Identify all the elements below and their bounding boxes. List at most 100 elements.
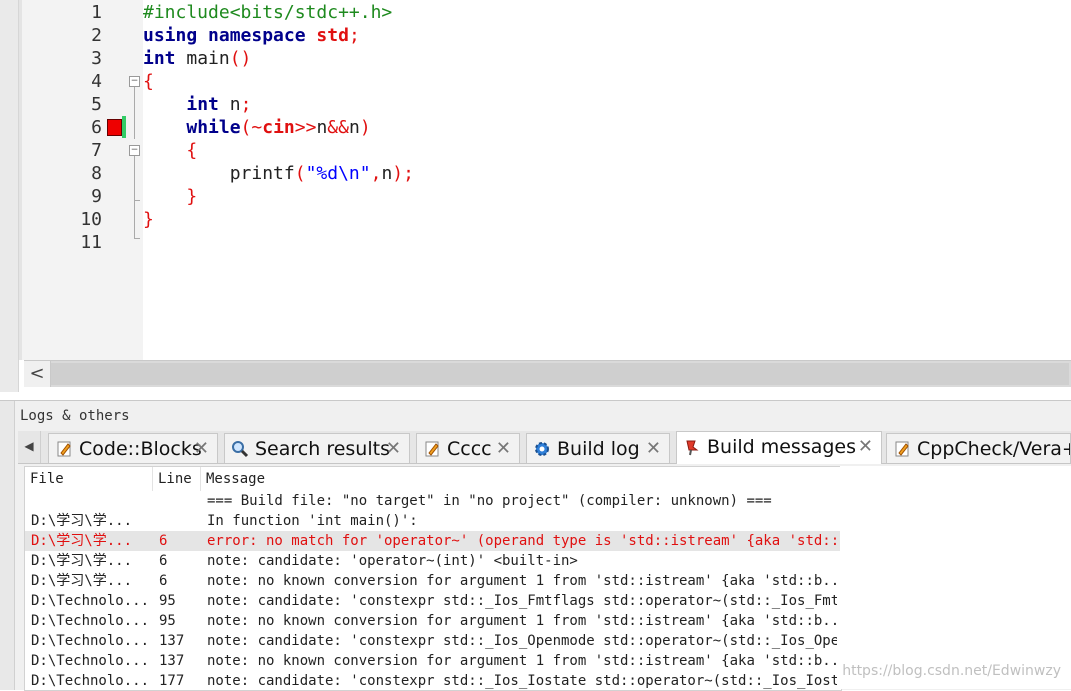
identifier: n: [218, 94, 241, 115]
row-message: note: candidate: 'constexpr std::_Ios_Op…: [207, 633, 837, 649]
panel-title: Logs & others: [20, 408, 130, 424]
message-row[interactable]: D:\Technolo... 95 note: no known convers…: [25, 611, 841, 631]
message-row[interactable]: === Build file: "no target" in "no proje…: [25, 491, 841, 511]
identifier: std: [316, 25, 349, 46]
code-line-7[interactable]: {: [143, 139, 197, 162]
message-row[interactable]: D:\学习\学... 6 note: no known conversion f…: [25, 571, 841, 591]
string-literal: "%d\n": [305, 163, 371, 184]
row-line: 137: [159, 653, 185, 669]
magnifier-icon: [232, 441, 249, 458]
row-message: In function 'int main()':: [207, 513, 418, 529]
code-editor[interactable]: 1 2 3 4 5 6 7 8 9 10 11 − − #include<bit…: [0, 0, 1071, 392]
line-number: 6: [91, 117, 102, 138]
operator: &&: [327, 117, 349, 138]
tab-scroll-left-button[interactable]: ◀: [18, 431, 41, 463]
fold-collapse-icon[interactable]: −: [129, 145, 140, 156]
close-icon[interactable]: ✕: [646, 434, 661, 463]
tab-search-results[interactable]: Search results ✕: [224, 433, 410, 463]
row-line: 95: [159, 593, 176, 609]
error-marker-icon[interactable]: [107, 119, 122, 136]
keyword: namespace: [208, 25, 306, 46]
tab-label: CppCheck/Vera++: [917, 438, 1070, 460]
row-message: note: no known conversion for argument 1…: [207, 653, 837, 669]
row-message: note: candidate: 'constexpr std::_Ios_Io…: [207, 673, 837, 689]
tab-label: Build messages: [707, 436, 857, 458]
keyword: int: [143, 48, 176, 69]
changed-line-marker: [122, 116, 126, 138]
row-file: D:\学习\学...: [31, 573, 133, 589]
identifier: n: [316, 117, 328, 138]
scroll-left-button[interactable]: <: [24, 361, 51, 387]
pencil-icon: [895, 441, 909, 457]
close-icon[interactable]: ✕: [386, 434, 401, 463]
tab-cccc[interactable]: Cccc ✕: [416, 433, 520, 463]
identifier: n: [348, 117, 360, 138]
code-line-4[interactable]: {: [143, 70, 154, 93]
scrollbar-thumb[interactable]: [51, 363, 1069, 385]
message-row[interactable]: D:\Technolo... 137 note: candidate: 'con…: [25, 631, 841, 651]
fold-guide: [134, 200, 135, 238]
line-number: 10: [80, 209, 102, 230]
close-icon[interactable]: ✕: [496, 434, 511, 463]
brace: {: [186, 140, 198, 161]
code-line-5[interactable]: int n;: [143, 93, 251, 116]
pin-icon: [686, 440, 699, 456]
code-line-10[interactable]: }: [143, 208, 154, 231]
operator: ;: [240, 94, 252, 115]
message-row[interactable]: D:\Technolo... 137 note: no known conver…: [25, 651, 841, 671]
tab-build-messages[interactable]: Build messages ✕: [676, 431, 882, 464]
operator: ): [359, 117, 371, 138]
fold-collapse-icon[interactable]: −: [129, 76, 140, 87]
editor-side-strip: [0, 0, 19, 392]
row-message: note: candidate: 'operator~(int)' <built…: [207, 553, 578, 569]
line-number: 8: [91, 163, 102, 184]
fold-end: [134, 238, 140, 239]
identifier: cin: [262, 117, 295, 138]
row-file: D:\Technolo...: [31, 673, 150, 689]
tab-build-log[interactable]: Build log ✕: [526, 433, 670, 463]
message-row[interactable]: D:\学习\学... 6 note: candidate: 'operator~…: [25, 551, 841, 571]
line-number: 11: [80, 232, 102, 253]
list-empty-area: [840, 466, 1071, 689]
message-row[interactable]: D:\Technolo... 95 note: candidate: 'cons…: [25, 591, 841, 611]
line-number: 2: [91, 25, 102, 46]
operator: ,: [370, 163, 382, 184]
close-icon[interactable]: ✕: [194, 434, 209, 463]
close-icon[interactable]: ✕: [858, 432, 873, 462]
row-file: D:\Technolo...: [31, 613, 150, 629]
code-line-6[interactable]: while(~cin>>n&&n): [143, 116, 371, 139]
code-line-3[interactable]: int main(): [143, 47, 251, 70]
code-line-8[interactable]: printf("%d\n",n);: [143, 162, 414, 185]
operator: ;: [348, 25, 360, 46]
message-row[interactable]: D:\Technolo... 177 note: candidate: 'con…: [25, 671, 841, 690]
row-line: 177: [159, 673, 185, 689]
tab-cppcheck-vera[interactable]: CppCheck/Vera++: [886, 433, 1071, 463]
row-file: D:\Technolo...: [31, 653, 150, 669]
identifier: main: [175, 48, 230, 69]
column-header-message[interactable]: Message: [201, 467, 841, 491]
operator: );: [392, 163, 414, 184]
row-file: D:\Technolo...: [31, 633, 150, 649]
row-line: 137: [159, 633, 185, 649]
tab-codeblocks[interactable]: Code::Blocks ✕: [48, 433, 218, 463]
operator: (: [294, 163, 306, 184]
column-header-file[interactable]: File: [25, 467, 153, 491]
fold-margin: [123, 0, 143, 360]
line-number: 5: [91, 94, 102, 115]
line-number: 3: [91, 48, 102, 69]
row-line: 6: [159, 533, 168, 549]
code-line-2[interactable]: using namespace std;: [143, 24, 360, 47]
operator: (~: [240, 117, 263, 138]
tab-label: Search results: [255, 438, 390, 460]
row-message: note: no known conversion for argument 1…: [207, 613, 837, 629]
tab-bar: ◀ Code::Blocks ✕ Search results ✕ Cccc ✕…: [18, 431, 1071, 464]
build-messages-list[interactable]: File Line Message === Build file: "no ta…: [24, 466, 842, 691]
identifier: printf: [229, 163, 295, 184]
message-row[interactable]: D:\学习\学... In function 'int main()':: [25, 511, 841, 531]
keyword: while: [186, 117, 241, 138]
code-line-1[interactable]: #include<bits/stdc++.h>: [143, 1, 392, 24]
column-header-line[interactable]: Line: [153, 467, 201, 491]
horizontal-scrollbar[interactable]: <: [24, 360, 1071, 387]
message-row-error[interactable]: D:\学习\学... 6 error: no match for 'operat…: [25, 531, 841, 551]
code-line-9[interactable]: }: [143, 185, 197, 208]
